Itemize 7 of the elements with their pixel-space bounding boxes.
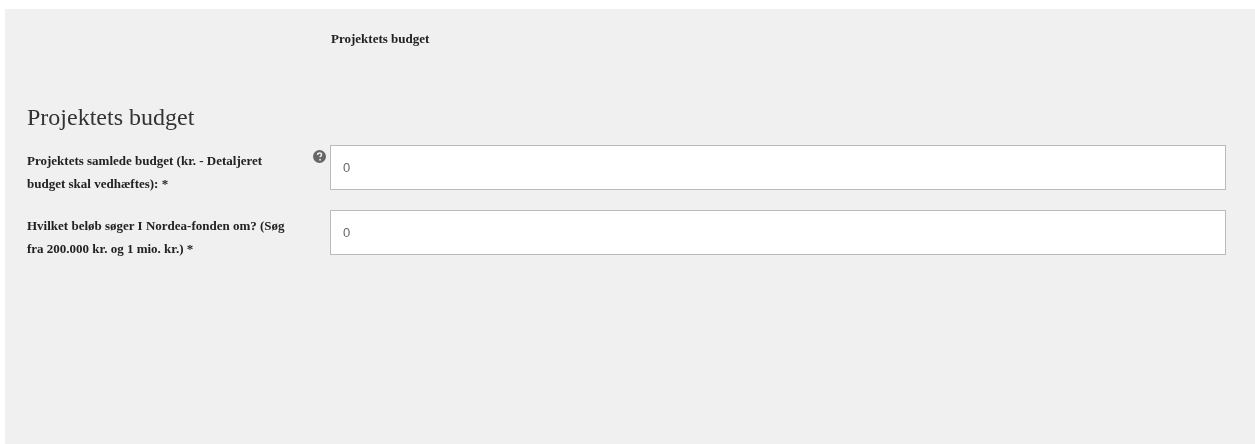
field-label: Hvilket beløb søger I Nordea-fonden om? (Søg fra 200.000 kr. og 1 mio. kr.) * [27, 217, 286, 258]
field-label: Projektets samlede budget (kr. - Detaljeret budget skal vedhæftes): * [27, 152, 264, 193]
amount-input[interactable]: 0 [330, 210, 1226, 255]
page-label: Projektets budget [331, 30, 431, 48]
help-icon[interactable] [313, 150, 326, 163]
amount-input[interactable]: 0 [330, 145, 1226, 190]
section-heading: Projektets budget [27, 103, 196, 132]
